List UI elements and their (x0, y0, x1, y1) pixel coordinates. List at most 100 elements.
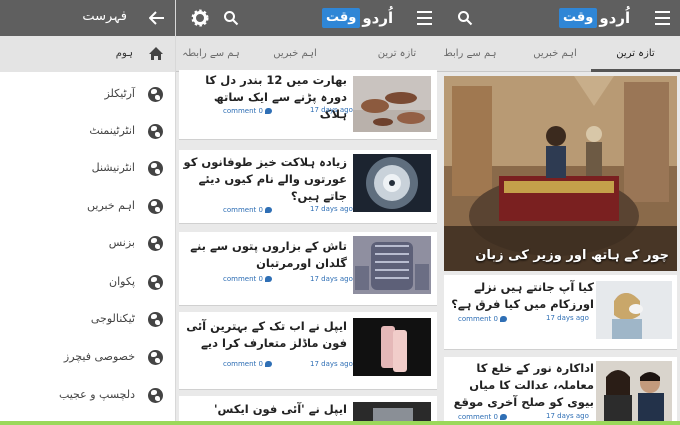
comment-bubble-icon (499, 414, 507, 420)
menu-item-entertainment[interactable]: انٹرٹینمنٹ (0, 112, 175, 150)
menu-item-recipes[interactable]: پکوان (0, 263, 175, 301)
article-thumbnail[interactable] (353, 318, 431, 376)
article-card[interactable]: تاش کے بزاروں پتوں سے بنے گلدان اورمرتبا… (179, 232, 437, 306)
comment-count[interactable]: comment 0 (223, 360, 272, 368)
globe-icon (148, 388, 163, 403)
comment-count-label: comment 0 (223, 360, 263, 368)
article-thumbnail[interactable] (596, 281, 672, 339)
article-date: 17 days ago (310, 360, 353, 368)
comment-count[interactable]: comment 0 (458, 413, 507, 421)
menu-item-articles[interactable]: آرٹیکلز (0, 75, 175, 113)
article-card[interactable]: ایپل نے اب تک کے بہترین آئی فون ماڈلز مت… (179, 312, 437, 390)
comment-bubble-icon (264, 276, 272, 282)
middle-tab-bar: ہم سے رابطہ اہم خبریں تازہ ترین (176, 36, 441, 72)
globe-icon (148, 161, 163, 176)
logo-waqt-text: وقت (322, 8, 361, 28)
comment-count-label: comment 0 (458, 315, 498, 323)
globe-icon (148, 275, 163, 290)
search-icon[interactable] (455, 8, 475, 28)
tab-latest[interactable]: تازہ ترین (591, 36, 680, 72)
settings-gear-icon[interactable] (190, 8, 210, 28)
globe-icon (148, 350, 163, 365)
article-card[interactable]: کیا آپ جانتے ہیں نزلے اورزکام میں کیا فر… (444, 275, 677, 350)
globe-icon (148, 312, 163, 327)
hamburger-menu-icon[interactable] (414, 8, 434, 28)
article-thumbnail[interactable] (353, 154, 431, 212)
comment-bubble-icon (264, 361, 272, 367)
comment-count[interactable]: comment 0 (223, 275, 272, 283)
article-thumbnail[interactable] (353, 76, 431, 132)
article-title[interactable]: زیادہ ہلاکت خیز طوفانوں کو عورتوں والے ن… (183, 154, 347, 205)
menu-item-label: اہم خبریں (87, 199, 135, 212)
comment-bubble-icon (264, 207, 272, 213)
logo-waqt-text: وقت (559, 8, 598, 28)
featured-article[interactable]: چور کے ہاتھ اور وزیر کی زبان (444, 76, 677, 271)
article-card[interactable]: بھارت میں 12 بندر دل کا دورہ پڑنے سے ایک… (179, 70, 437, 140)
article-thumbnail[interactable] (596, 361, 672, 423)
featured-caption[interactable]: چور کے ہاتھ اور وزیر کی زبان (475, 248, 669, 263)
menu-app-bar: فہرست (0, 0, 175, 36)
tab-important-news[interactable]: اہم خبریں (254, 36, 336, 72)
comment-count[interactable]: comment 0 (458, 315, 507, 323)
back-arrow-icon[interactable] (147, 8, 167, 28)
menu-item-special-features[interactable]: خصوصی فیچرز (0, 338, 175, 376)
menu-item-important-news[interactable]: اہم خبریں (0, 187, 175, 225)
article-title[interactable]: بھارت میں 12 بندر دل کا دورہ پڑنے سے ایک… (183, 72, 347, 123)
right-tab-bar: ہم سے رابط اہم خبریں تازہ ترین (441, 36, 680, 72)
tab-contact[interactable]: ہم سے رابط (441, 36, 499, 72)
menu-item-weird[interactable]: دلچسپ و عجیب (0, 376, 175, 414)
tab-latest[interactable]: تازہ ترین (362, 36, 432, 72)
menu-item-home[interactable]: ہوم (0, 36, 175, 72)
menu-item-business[interactable]: بزنس (0, 224, 175, 262)
menu-item-label: پکوان (109, 275, 135, 288)
article-date: 17 days ago (546, 412, 589, 420)
tab-important-news[interactable]: اہم خبریں (519, 36, 591, 72)
menu-item-technology[interactable]: ٹیکنالوجی (0, 300, 175, 338)
article-card[interactable]: اداکارہ نور کے خلع کا معاملہ، عدالت کا م… (444, 357, 677, 425)
globe-icon (148, 236, 163, 251)
comment-count-label: comment 0 (458, 413, 498, 421)
hamburger-menu-icon[interactable] (652, 8, 672, 28)
article-title[interactable]: کیا آپ جانتے ہیں نزلے اورزکام میں کیا فر… (448, 279, 594, 313)
menu-item-label: انٹرٹینمنٹ (89, 124, 135, 137)
globe-icon (148, 199, 163, 214)
comment-count[interactable]: comment 0 (223, 107, 272, 115)
middle-app-bar: اُردو وقت (176, 0, 441, 36)
article-title[interactable]: اداکارہ نور کے خلع کا معاملہ، عدالت کا م… (448, 360, 594, 411)
comment-count[interactable]: comment 0 (223, 206, 272, 214)
article-thumbnail[interactable] (353, 236, 431, 294)
menu-item-label: دلچسپ و عجیب (58, 388, 135, 401)
comment-bubble-icon (264, 108, 272, 114)
globe-icon (148, 87, 163, 102)
menu-title: فہرست (82, 9, 127, 24)
app-logo: اُردو وقت (559, 7, 630, 29)
menu-item-label: انٹرنیشنل (91, 161, 135, 174)
menu-item-label: ٹیکنالوجی (90, 312, 135, 325)
middle-article-panel: اُردو وقت ہم سے رابطہ اہم خبریں تازہ تری… (176, 0, 441, 425)
side-menu-panel: فہرست ہوم آرٹیکلز انٹرٹینمنٹ انٹرنیشنل ا… (0, 0, 176, 425)
featured-image (444, 76, 677, 271)
menu-item-label: آرٹیکلز (104, 87, 135, 100)
article-card[interactable]: زیادہ ہلاکت خیز طوفانوں کو عورتوں والے ن… (179, 150, 437, 224)
tab-contact[interactable]: ہم سے رابطہ (176, 36, 246, 72)
menu-item-international[interactable]: انٹرنیشنل (0, 149, 175, 187)
comment-count-label: comment 0 (223, 107, 263, 115)
menu-item-label: خصوصی فیچرز (63, 350, 135, 363)
home-icon (148, 46, 164, 61)
right-app-bar: اُردو وقت (441, 0, 680, 36)
comment-count-label: comment 0 (223, 275, 263, 283)
logo-urdu-text: اُردو (362, 9, 394, 27)
bottom-accent-strip (0, 421, 680, 425)
article-title[interactable]: تاش کے بزاروں پتوں سے بنے گلدان اورمرتبا… (183, 238, 347, 272)
article-title[interactable]: ایپل نے اب تک کے بہترین آئی فون ماڈلز مت… (183, 318, 347, 352)
article-date: 17 days ago (310, 106, 353, 114)
app-logo: اُردو وقت (322, 7, 393, 29)
right-feed-panel: اُردو وقت ہم سے رابط اہم خبریں تازہ ترین… (441, 0, 680, 425)
globe-icon (148, 124, 163, 139)
search-icon[interactable] (221, 8, 241, 28)
article-date: 17 days ago (310, 275, 353, 283)
menu-item-label: بزنس (108, 236, 135, 249)
logo-urdu-text: اُردو (599, 9, 631, 27)
article-date: 17 days ago (546, 314, 589, 322)
comment-bubble-icon (499, 316, 507, 322)
